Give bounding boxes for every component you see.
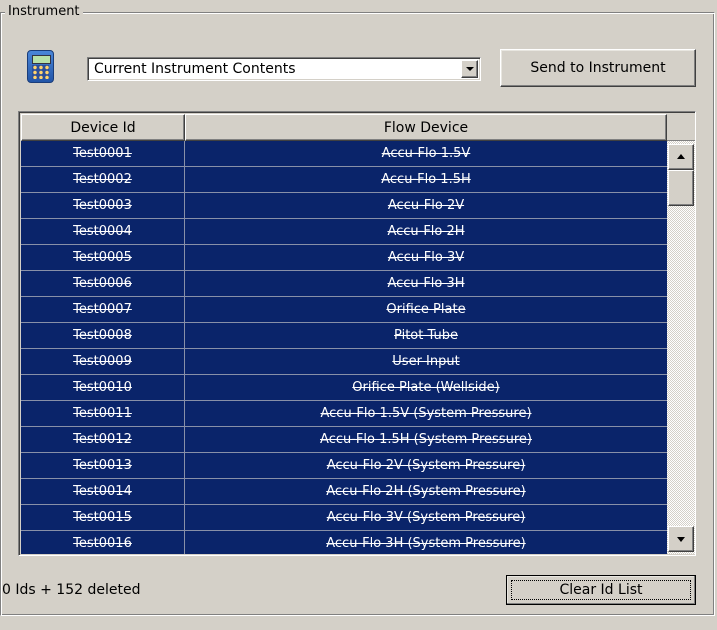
- table-row[interactable]: Test0013 Accu-Flo 2V (System Pressure): [21, 453, 667, 479]
- device-id-cell: Test0006: [21, 271, 185, 296]
- device-id-cell: Test0008: [21, 323, 185, 348]
- chevron-down-icon: [466, 67, 474, 71]
- flow-device-cell: Accu-Flo 2H: [387, 224, 465, 239]
- table-row[interactable]: Test0008 Pitot Tube: [21, 323, 667, 349]
- table-row[interactable]: Test0012 Accu-Flo 1.5H (System Pressure): [21, 427, 667, 453]
- flow-device-cell: Accu-Flo 2V: [387, 198, 465, 213]
- scroll-thumb[interactable]: [668, 170, 694, 206]
- instrument-screen: [32, 55, 51, 64]
- vertical-scrollbar[interactable]: [667, 141, 695, 554]
- flow-device-cell: Orifice Plate: [386, 302, 466, 317]
- dropdown-value: Current Instrument Contents: [94, 61, 296, 77]
- table-row[interactable]: Test0007 Orifice Plate: [21, 297, 667, 323]
- clear-id-list-button[interactable]: Clear Id List: [506, 575, 696, 605]
- table-row[interactable]: Test0011 Accu-Flo 1.5V (System Pressure): [21, 401, 667, 427]
- flow-device-cell: Pitot Tube: [394, 328, 458, 343]
- scroll-down-button[interactable]: [668, 526, 694, 552]
- dropdown-arrow-button[interactable]: [461, 60, 478, 78]
- flow-device-cell: Accu-Flo 3V (System Pressure): [326, 510, 526, 525]
- flow-device-cell: Accu-Flo 1.5H (System Pressure): [320, 432, 532, 447]
- device-id-cell: Test0007: [21, 297, 185, 322]
- table-row[interactable]: Test0009 User Input: [21, 349, 667, 375]
- device-id-cell: Test0009: [21, 349, 185, 374]
- table-row[interactable]: Test0004 Accu-Flo 2H: [21, 219, 667, 245]
- device-id-cell: Test0003: [21, 193, 185, 218]
- device-id-cell: Test0016: [21, 531, 185, 554]
- flow-device-cell: Accu-Flo 1.5V (System Pressure): [320, 406, 532, 421]
- flow-device-cell: User Input: [392, 354, 460, 369]
- flow-device-cell: Accu-Flo 1.5H: [381, 172, 471, 187]
- flow-device-cell: Accu-Flo 2H (System Pressure): [326, 484, 526, 499]
- table-row[interactable]: Test0006 Accu-Flo 3H: [21, 271, 667, 297]
- flow-device-cell: Accu-Flo 3H: [387, 276, 465, 291]
- device-id-cell: Test0012: [21, 427, 185, 452]
- instrument-contents-dropdown[interactable]: Current Instrument Contents: [87, 57, 481, 81]
- group-title: Instrument: [5, 4, 83, 20]
- device-id-cell: Test0011: [21, 401, 185, 426]
- device-id-cell: Test0014: [21, 479, 185, 504]
- device-id-cell: Test0002: [21, 167, 185, 192]
- table-row[interactable]: Test0015 Accu-Flo 3V (System Pressure): [21, 505, 667, 531]
- clear-id-list-label: Clear Id List: [559, 582, 643, 598]
- table-row[interactable]: Test0005 Accu-Flo 3V: [21, 245, 667, 271]
- flow-device-cell: Accu-Flo 3H (System Pressure): [326, 536, 526, 551]
- arrow-down-icon: [677, 537, 685, 542]
- device-id-cell: Test0015: [21, 505, 185, 530]
- flow-device-cell: Accu-Flo 2V (System Pressure): [326, 458, 526, 473]
- scroll-up-button[interactable]: [668, 144, 694, 170]
- send-to-instrument-button[interactable]: Send to Instrument: [500, 49, 696, 87]
- device-id-cell: Test0001: [21, 141, 185, 166]
- table-row[interactable]: Test0002 Accu-Flo 1.5H: [21, 167, 667, 193]
- table-body: Test0001 Accu-Flo 1.5V Test0002 Accu-Flo 1.…: [21, 141, 667, 554]
- device-id-cell: Test0005: [21, 245, 185, 270]
- handheld-instrument-icon: [27, 50, 54, 83]
- device-id-cell: Test0013: [21, 453, 185, 478]
- column-header-flow-device[interactable]: Flow Device: [185, 114, 667, 141]
- table-row[interactable]: Test0001 Accu-Flo 1.5V: [21, 141, 667, 167]
- table-row[interactable]: Test0003 Accu-Flo 2V: [21, 193, 667, 219]
- table-row[interactable]: Test0010 Orifice Plate (Wellside): [21, 375, 667, 401]
- table-row[interactable]: Test0016 Accu-Flo 3H (System Pressure): [21, 531, 667, 554]
- flow-device-cell: Accu-Flo 3V: [387, 250, 465, 265]
- column-header-device-id[interactable]: Device Id: [21, 114, 185, 141]
- flow-device-cell: Accu-Flo 1.5V: [381, 146, 471, 161]
- device-id-cell: Test0010: [21, 375, 185, 400]
- device-table: Device Id Flow Device Test0001 Accu-Flo 1…: [18, 111, 696, 556]
- id-count-status: 0 Ids + 152 deleted: [2, 582, 141, 598]
- flow-device-cell: Orifice Plate (Wellside): [352, 380, 500, 395]
- device-id-cell: Test0004: [21, 219, 185, 244]
- arrow-up-icon: [677, 154, 685, 159]
- instrument-keypad: [32, 65, 49, 79]
- header-filler: [667, 114, 695, 141]
- table-row[interactable]: Test0014 Accu-Flo 2H (System Pressure): [21, 479, 667, 505]
